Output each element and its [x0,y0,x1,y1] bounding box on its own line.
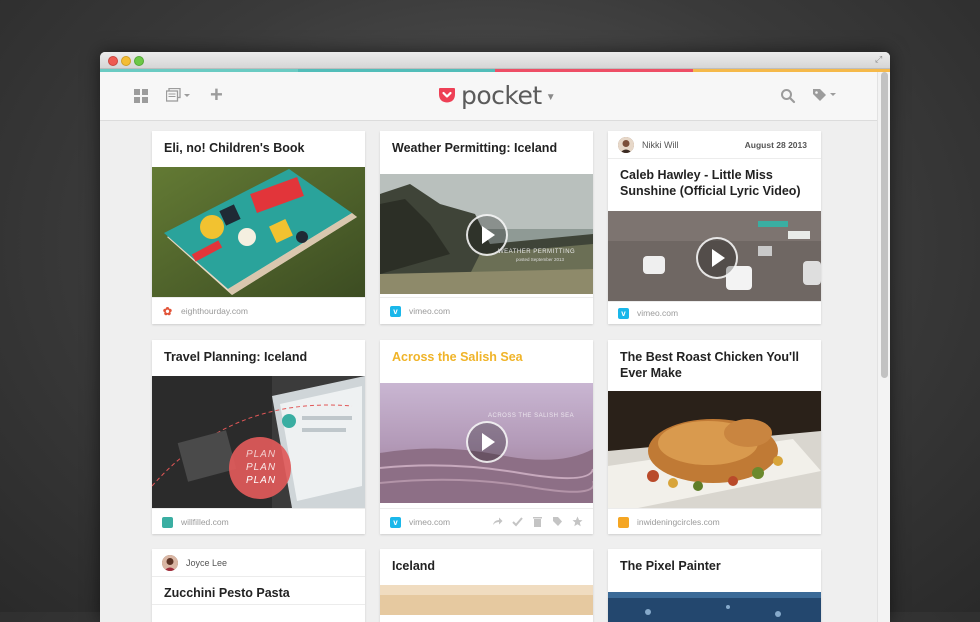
card-title[interactable]: Caleb Hawley - Little Miss Sunshine (Off… [608,158,821,199]
avatar[interactable] [162,555,178,571]
list-item[interactable]: Travel Planning: Iceland PLAN PLAN PLAN [152,340,365,534]
card-domain[interactable]: vimeo.com [637,308,678,318]
card-footer: v vimeo.com [608,299,821,327]
list-item[interactable]: Eli, no! Children's Book ✿ eighthourday.… [152,131,365,324]
thumbnail-caption: ACROSS THE SALISH SEA [488,413,575,419]
thumbnail-image[interactable] [152,167,365,297]
thumbnail-image[interactable]: WEATHER PERMITTING posted September 2013 [380,174,593,294]
card-actions [492,516,583,527]
search-icon[interactable] [780,88,796,108]
archive-check-icon[interactable] [512,516,523,527]
card-title[interactable]: Zucchini Pesto Pasta [152,576,302,601]
avatar[interactable] [618,137,634,153]
list-item[interactable]: The Best Roast Chicken You'll Ever Make … [608,340,821,534]
author-name[interactable]: Joyce Lee [186,558,227,568]
grid-view-icon[interactable] [134,89,148,103]
zoom-window-button[interactable] [134,56,144,66]
shared-date: August 28 2013 [744,140,807,150]
shared-by: Joyce Lee [162,555,227,571]
chevron-down-icon[interactable]: ▼ [546,92,556,103]
favorite-star-icon[interactable] [572,516,583,527]
play-video-button[interactable] [696,237,738,279]
card-footer: v vimeo.com [380,297,593,325]
list-item[interactable]: Weather Permitting: Iceland WEATHER PERM… [380,131,593,324]
thumbnail-image[interactable] [608,391,821,508]
thumbnail-image[interactable]: PLAN PLAN PLAN [152,376,365,508]
card-domain[interactable]: inwideningcircles.com [637,517,720,527]
title-bar: ⤢ [100,52,890,69]
vimeo-icon: v [390,305,401,317]
thumbnail-image[interactable] [380,585,593,615]
delete-icon[interactable] [532,516,543,527]
card-title[interactable]: Travel Planning: Iceland [152,340,365,365]
card-title[interactable]: Iceland [380,549,593,574]
toolbar: + pocket ▼ [100,72,878,121]
thumbnail-image[interactable] [608,592,821,622]
play-video-button[interactable] [466,421,508,463]
card-domain[interactable]: eighthourday.com [181,306,248,316]
list-item[interactable]: The Pixel Painter [608,549,821,622]
shared-by: Nikki Will [618,137,679,153]
fullscreen-icon[interactable]: ⤢ [875,55,884,64]
author-name[interactable]: Nikki Will [642,140,679,150]
card-footer: inwideningcircles.com [608,508,821,536]
thumbnail-image[interactable]: ACROSS THE SALISH SEA [380,383,593,503]
minimize-window-button[interactable] [121,56,131,66]
card-domain[interactable]: vimeo.com [409,517,450,527]
pocket-window: ⤢ + pocket ▼ Eli, no! Children's Book ✿ … [100,52,890,622]
list-item[interactable]: Nikki Will August 28 2013 Caleb Hawley -… [608,131,821,324]
thumbnail-image[interactable] [608,211,821,301]
card-title[interactable]: The Best Roast Chicken You'll Ever Make [608,340,821,381]
logo-text: pocket [461,80,542,110]
card-footer: ✿ eighthourday.com [152,297,365,325]
pocket-logo-icon [439,88,455,103]
card-domain[interactable]: vimeo.com [409,306,450,316]
card-title[interactable]: Eli, no! Children's Book [152,131,365,156]
thumbnail-caption: WEATHER PERMITTING [498,249,576,255]
pocket-logo[interactable]: pocket ▼ [438,80,556,110]
tag-icon[interactable] [552,516,563,527]
thumbnail-plan-text: PLAN PLAN PLAN [245,449,277,486]
vimeo-icon: v [618,307,629,319]
vimeo-icon: v [390,516,401,528]
list-item[interactable]: Joyce Lee Zucchini Pesto Pasta [152,549,365,622]
site-favicon-icon: ✿ [162,305,173,318]
list-item[interactable]: Iceland [380,549,593,622]
scrollbar-thumb[interactable] [881,72,888,378]
tag-icon[interactable] [812,88,838,108]
thumbnail-subcaption: posted September 2013 [516,257,565,262]
card-title[interactable]: Weather Permitting: Iceland [380,131,593,156]
card-domain[interactable]: willfilled.com [181,517,229,527]
add-icon[interactable]: + [210,84,223,106]
share-icon[interactable] [492,516,503,527]
card-title[interactable]: The Pixel Painter [608,549,821,574]
site-favicon-icon [162,516,173,528]
card-footer: willfilled.com [152,508,365,536]
card-title[interactable]: Across the Salish Sea [380,340,593,365]
list-item[interactable]: Across the Salish Sea ACROSS THE SALISH … [380,340,593,534]
card-footer: v vimeo.com [380,508,593,536]
site-favicon-icon [618,516,629,528]
list-view-icon[interactable] [165,87,192,108]
close-window-button[interactable] [108,56,118,66]
